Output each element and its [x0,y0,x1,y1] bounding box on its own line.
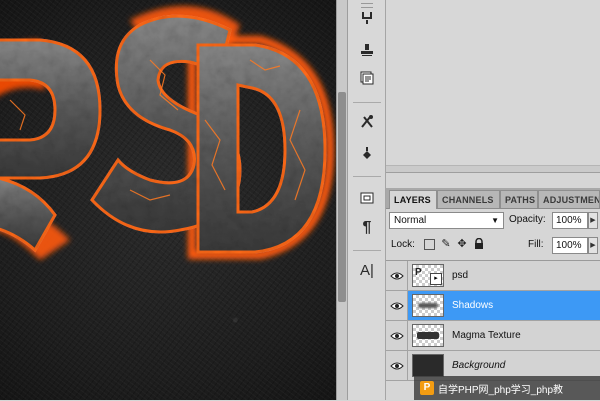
layer-thumbnail [412,354,444,377]
opacity-field[interactable]: 100% [552,212,588,229]
watermark-text: 自学PHP网_php学习_php教 [438,384,564,396]
letter-shapes [0,14,327,254]
document-canvas[interactable] [0,0,336,400]
lock-brush-icon[interactable]: ✎ [440,238,452,250]
clone-source-icon[interactable] [355,6,379,30]
layer-name: psd [452,270,469,281]
opacity-slider-toggle[interactable]: ▶ [588,212,598,229]
canvas-vertical-scrollbar[interactable] [336,0,348,400]
layer-thumbnail [412,324,444,347]
panel-icon-strip: ¶ A| [348,0,386,400]
site-watermark: P 自学PHP网_php学习_php教 [414,376,600,400]
layer-comps-icon[interactable] [355,66,379,90]
stamp-icon[interactable] [355,38,379,62]
fill-field[interactable]: 100% [552,237,588,254]
watermark-logo-icon: P [420,381,434,395]
thumb-shadow-preview [418,303,438,308]
strip-separator [353,176,381,177]
panel-resize-bar[interactable] [386,165,600,172]
lock-label: Lock: [391,239,415,250]
tab-channels[interactable]: CHANNELS [437,190,500,208]
tab-paths[interactable]: PATHS [500,190,538,208]
paragraph-icon[interactable]: ¶ [355,216,379,240]
layer-name: Shadows [452,300,494,311]
opacity-label: Opacity: [509,214,546,225]
thumb-texture-preview [417,332,439,339]
visibility-eye-icon[interactable] [386,261,408,290]
lock-move-icon[interactable]: ✥ [456,238,468,250]
visibility-eye-icon[interactable] [386,291,408,320]
visibility-eye-icon[interactable] [386,351,408,380]
strip-separator [353,250,381,251]
tool-presets-icon[interactable] [355,142,379,166]
text-layer-glyph: P [415,267,422,278]
fill-label: Fill: [528,239,544,250]
brushes-icon[interactable] [355,110,379,134]
chevron-down-icon: ▼ [491,216,499,225]
scrollbar-thumb[interactable] [338,92,346,302]
layer-thumbnail: P ▸ [412,264,444,287]
layer-name: Magma Texture [452,330,521,341]
blend-mode-select[interactable]: Normal ▼ [389,212,504,229]
navigator-icon[interactable] [355,186,379,210]
tab-layers[interactable]: LAYERS [389,190,437,209]
tab-adjustments[interactable]: ADJUSTMEN [538,190,600,208]
lock-transparency-icon[interactable] [424,239,435,250]
strip-separator [353,102,381,103]
lock-all-icon[interactable] [473,237,485,250]
upper-panel [386,0,600,173]
blend-mode-value: Normal [394,215,427,226]
layer-row-psd[interactable]: P ▸ psd [386,261,600,291]
fill-slider-toggle[interactable]: ▶ [588,237,598,254]
blend-opacity-row: Normal ▼ Opacity: 100% ▶ [386,209,600,233]
smart-object-badge-icon: ▸ [430,273,442,285]
visibility-eye-icon[interactable] [386,321,408,350]
layers-panel: LAYERS CHANNELS PATHS ADJUSTMEN Normal ▼… [386,188,600,400]
layer-thumbnail [412,294,444,317]
lock-fill-row: Lock: ✎ ✥ Fill: 100% ▶ [386,234,600,258]
panel-tab-strip: LAYERS CHANNELS PATHS ADJUSTMEN [386,188,600,209]
character-icon[interactable]: A| [355,258,379,282]
layer-row-shadows[interactable]: Shadows [386,291,600,321]
layer-row-magma-texture[interactable]: Magma Texture [386,321,600,351]
psd-artwork [0,6,335,260]
